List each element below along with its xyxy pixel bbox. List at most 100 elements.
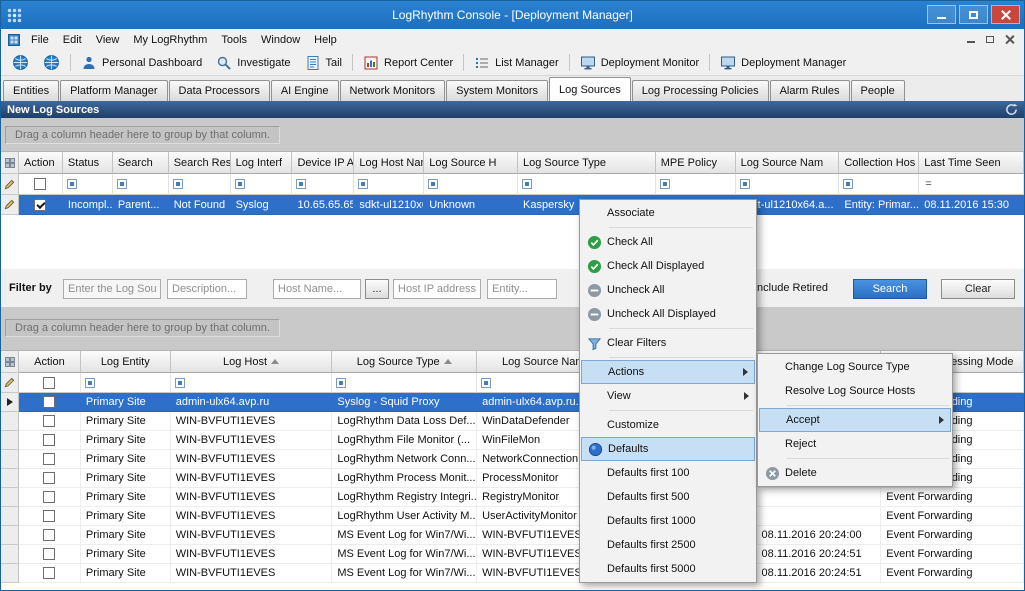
t2-cell-action[interactable]	[19, 526, 81, 545]
menu-item-check-all[interactable]: Check All	[581, 230, 755, 254]
entity-filter-input[interactable]	[487, 279, 557, 299]
filter-icon[interactable]	[336, 378, 346, 388]
mdi-minimize-icon[interactable]	[967, 41, 975, 43]
tab-alarm-rules[interactable]: Alarm Rules	[770, 80, 850, 101]
t1-filter-status[interactable]	[63, 174, 113, 195]
filter-icon[interactable]	[522, 179, 532, 189]
tab-data-processors[interactable]: Data Processors	[169, 80, 270, 101]
filter-icon[interactable]	[175, 378, 185, 388]
t1-filter-log-source-nam[interactable]	[736, 174, 840, 195]
filter-icon[interactable]	[173, 179, 183, 189]
t1-column-search-res[interactable]: Search Res	[169, 152, 231, 174]
t1-filter-action[interactable]	[19, 174, 63, 195]
log-source-row[interactable]: Primary SiteWIN-BVFUTI1EVESMS Event Log …	[1, 545, 1024, 564]
filter-icon[interactable]	[660, 179, 670, 189]
filter-icon[interactable]	[67, 179, 77, 189]
menu-item-resolve-log-source-hosts[interactable]: Resolve Log Source Hosts	[759, 379, 951, 403]
t1-filter-last-time-seen[interactable]: =	[919, 174, 1024, 195]
t1-column-last-time-seen[interactable]: Last Time Seen	[919, 152, 1024, 174]
t1-filter-search-res[interactable]	[169, 174, 231, 195]
t1-column-device-ip-ad[interactable]: Device IP Ad	[292, 152, 354, 174]
row-checkbox[interactable]	[43, 529, 55, 541]
menu-tools[interactable]: Tools	[214, 29, 254, 50]
t1-filter-mpe-policy[interactable]	[656, 174, 736, 195]
t1-filter-collection-hos[interactable]	[839, 174, 919, 195]
tab-ai-engine[interactable]: AI Engine	[271, 80, 339, 101]
row-checkbox[interactable]	[43, 567, 55, 579]
t1-filter-log-interf[interactable]	[231, 174, 293, 195]
menu-item-defaults-first-2500[interactable]: Defaults first 2500	[581, 533, 755, 557]
t2-column-action[interactable]: Action	[19, 351, 81, 373]
t2-cell-action[interactable]	[19, 431, 81, 450]
t2-filter-action[interactable]	[19, 373, 81, 393]
log-source-row[interactable]: Primary SiteWIN-BVFUTI1EVESLogRhythm Use…	[1, 507, 1024, 526]
menu-item-defaults-first-500[interactable]: Defaults first 500	[581, 485, 755, 509]
log-source-filter-input[interactable]	[63, 279, 161, 299]
menu-view[interactable]: View	[89, 29, 127, 50]
t2-column-log-source-type[interactable]: Log Source Type	[332, 351, 477, 373]
tab-log-processing-policies[interactable]: Log Processing Policies	[632, 80, 769, 101]
tab-system-monitors[interactable]: System Monitors	[446, 80, 548, 101]
filter-icon[interactable]	[428, 179, 438, 189]
close-button[interactable]	[991, 5, 1020, 24]
menu-item-defaults[interactable]: Defaults	[581, 437, 755, 461]
menu-item-defaults-first-100[interactable]: Defaults first 100	[581, 461, 755, 485]
t1-filter-search[interactable]	[113, 174, 169, 195]
menu-item-delete[interactable]: Delete	[759, 461, 951, 485]
t1-filter-device-ip-ad[interactable]	[292, 174, 354, 195]
toolbar-deployment-monitor[interactable]: Deployment Monitor	[573, 53, 706, 73]
t1-column-status[interactable]: Status	[63, 152, 113, 174]
row-checkbox[interactable]	[43, 548, 55, 560]
t1-column-log-source-nam[interactable]: Log Source Nam	[736, 152, 840, 174]
menu-item-customize[interactable]: Customize	[581, 413, 755, 437]
t2-cell-action[interactable]	[19, 412, 81, 431]
menu-item-associate[interactable]: Associate	[581, 201, 755, 225]
t2-cell-action[interactable]	[19, 393, 81, 412]
menu-item-view[interactable]: View	[581, 384, 755, 408]
t1-column-log-interf[interactable]: Log Interf	[231, 152, 293, 174]
tab-people[interactable]: People	[851, 80, 905, 101]
menu-item-uncheck-all-displayed[interactable]: Uncheck All Displayed	[581, 302, 755, 326]
toolbar-globe-button[interactable]	[36, 52, 67, 73]
menu-item-clear-filters[interactable]: Clear Filters	[581, 331, 755, 355]
menu-file[interactable]: File	[24, 29, 56, 50]
row-checkbox[interactable]	[34, 199, 46, 211]
mdi-close-icon[interactable]	[1005, 35, 1014, 44]
t1-column-log-source-h[interactable]: Log Source H	[424, 152, 518, 174]
t2-cell-action[interactable]	[19, 469, 81, 488]
t1-cell-action[interactable]	[19, 195, 63, 215]
menu-item-reject[interactable]: Reject	[759, 432, 951, 456]
host-name-filter-input[interactable]	[273, 279, 361, 299]
t1-row[interactable]: Incompl...Parent...Not FoundSyslog10.65.…	[1, 195, 1024, 215]
menu-item-defaults-first-1000[interactable]: Defaults first 1000	[581, 509, 755, 533]
t1-column-action[interactable]: Action	[19, 152, 63, 174]
row-checkbox[interactable]	[43, 396, 55, 408]
toolbar-report-center[interactable]: Report Center	[356, 53, 460, 73]
row-checkbox[interactable]	[43, 491, 55, 503]
filter-icon[interactable]	[740, 179, 750, 189]
refresh-icon[interactable]	[1005, 103, 1018, 116]
t1-filter-log-source-h[interactable]	[424, 174, 518, 195]
t2-filter-log-host[interactable]	[171, 373, 333, 393]
tab-log-sources[interactable]: Log Sources	[549, 77, 631, 101]
search-button[interactable]: Search	[853, 279, 927, 299]
toolbar-tail[interactable]: Tail	[298, 53, 350, 73]
filter-icon[interactable]	[117, 179, 127, 189]
select-all-checkbox[interactable]	[43, 377, 55, 389]
filter-icon[interactable]	[85, 378, 95, 388]
toolbar-deployment-manager[interactable]: Deployment Manager	[713, 53, 853, 73]
t2-column-log-host[interactable]: Log Host	[171, 351, 333, 373]
t1-filter-log-host-nam[interactable]	[354, 174, 424, 195]
t2-filter-log-source-type[interactable]	[332, 373, 477, 393]
select-all-checkbox[interactable]	[34, 178, 46, 190]
t1-column-collection-hos[interactable]: Collection Hos	[839, 152, 919, 174]
menu-help[interactable]: Help	[307, 29, 344, 50]
filter-icon[interactable]	[358, 179, 368, 189]
menu-window[interactable]: Window	[254, 29, 307, 50]
restore-button[interactable]	[959, 5, 988, 24]
host-ip-filter-input[interactable]	[393, 279, 481, 299]
menu-item-change-log-source-type[interactable]: Change Log Source Type	[759, 355, 951, 379]
toolbar-list-manager[interactable]: List Manager	[467, 53, 566, 73]
row-checkbox[interactable]	[43, 415, 55, 427]
t1-filter-log-source-type[interactable]	[518, 174, 656, 195]
